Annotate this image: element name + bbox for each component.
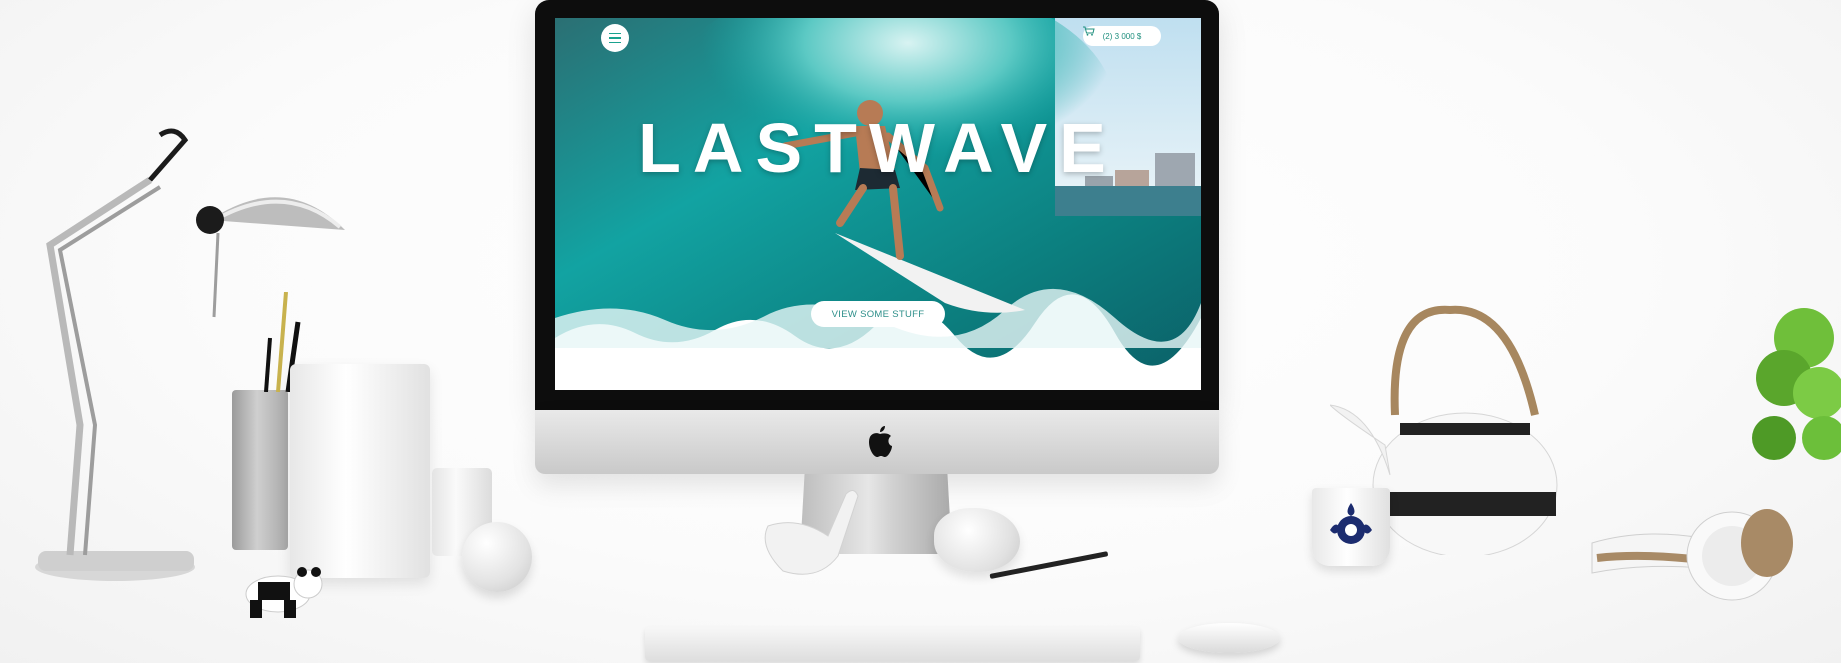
- keyboard: [645, 627, 1140, 661]
- crumpled-paper: [934, 508, 1020, 572]
- surf-photo: [555, 18, 1201, 390]
- ceramic-bird: [764, 490, 859, 575]
- white-perforated-holder: [290, 364, 430, 578]
- website-screen: LASTWAVE (2) 3 000 $ VIEW SOME STUFF: [555, 18, 1201, 390]
- headphones: [1591, 509, 1793, 601]
- floral-pattern: [1330, 503, 1372, 544]
- hamburger-menu-icon[interactable]: [601, 24, 629, 52]
- view-some-stuff-button[interactable]: VIEW SOME STUFF: [811, 301, 945, 327]
- cart-button[interactable]: (2) 3 000 $: [1083, 26, 1161, 46]
- shopping-cart-icon: [1083, 26, 1095, 36]
- cart-summary: (2) 3 000 $: [1102, 31, 1142, 41]
- panda-figurine: [245, 567, 323, 618]
- apple-logo-icon: [869, 426, 892, 457]
- plant: [1752, 308, 1841, 460]
- glass-ball: [462, 522, 532, 592]
- mouse: [1178, 623, 1280, 653]
- gray-pencil-cup: [232, 390, 288, 550]
